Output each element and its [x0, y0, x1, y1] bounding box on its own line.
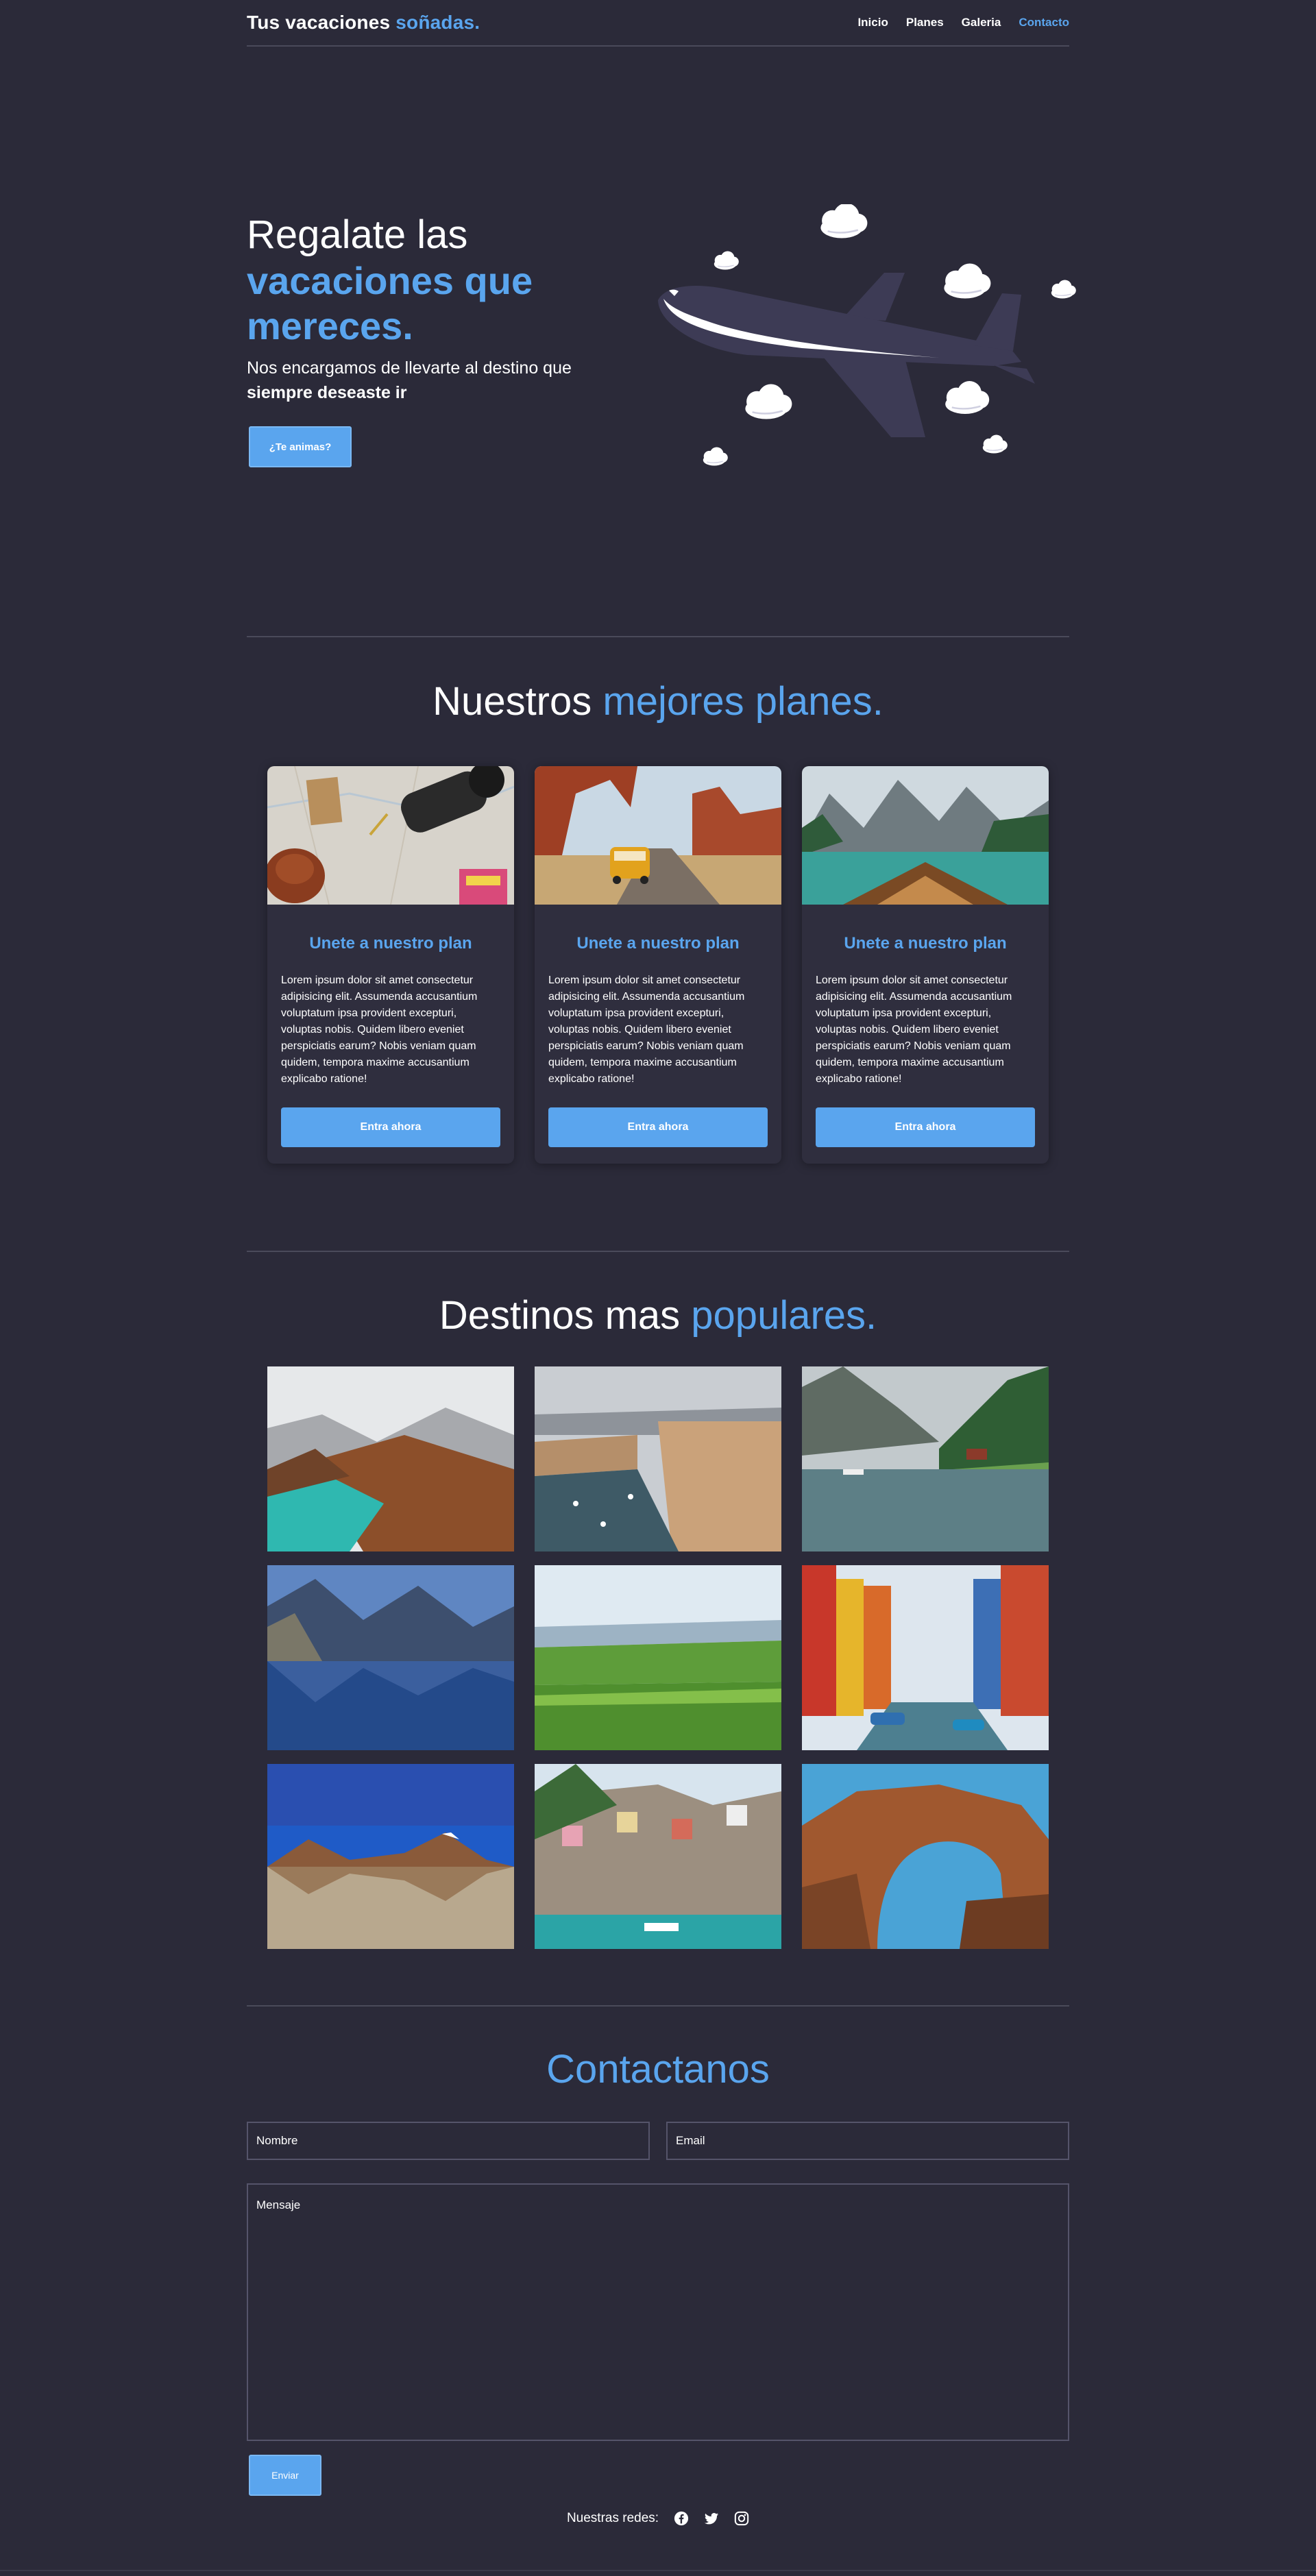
- gallery-image-cliff-village[interactable]: [535, 1764, 781, 1949]
- main-nav: Inicio Planes Galeria Contacto: [857, 16, 1069, 29]
- gallery-image-mountain-reflection[interactable]: [267, 1565, 514, 1750]
- hero-section: Regalate las vacaciones que mereces. Nos…: [247, 204, 1077, 500]
- plan-image-canyon-road: [535, 766, 781, 905]
- plans-title-main: Nuestros: [432, 679, 603, 724]
- name-field[interactable]: [247, 2122, 650, 2160]
- hero-title-line2: vacaciones que: [247, 258, 533, 302]
- email-field[interactable]: [666, 2122, 1069, 2160]
- plan-title: Unete a nuestro plan: [576, 934, 740, 953]
- divider: [247, 2005, 1069, 2007]
- cloud-icon: [944, 380, 990, 415]
- cloud-icon: [714, 250, 740, 271]
- gallery-image-green-fields[interactable]: [535, 1565, 781, 1750]
- hero-subtitle-text: Nos encargamos de llevarte al destino qu…: [247, 358, 572, 378]
- hero-title-line1: Regalate las: [247, 212, 468, 257]
- plan-description: Lorem ipsum dolor sit amet consectetur a…: [548, 974, 745, 1085]
- destinations-title-accent: populares.: [691, 1293, 877, 1338]
- brand-accent-text: soñadas.: [395, 12, 480, 33]
- footer: Nuestras redes:: [247, 2511, 1069, 2526]
- hero-text: Regalate las vacaciones que mereces. Nos…: [247, 212, 631, 405]
- social-icons: [674, 2511, 749, 2526]
- hero-subtitle: Nos encargamos de llevarte al destino qu…: [247, 356, 631, 405]
- gallery-image-rock-arch[interactable]: [802, 1764, 1049, 1949]
- brand-main-text: Tus vacaciones: [247, 12, 396, 33]
- message-field[interactable]: [247, 2183, 1069, 2441]
- send-button[interactable]: Enviar: [249, 2455, 321, 2496]
- nav-link-galeria[interactable]: Galeria: [962, 16, 1001, 29]
- gallery-image-colorful-canal[interactable]: [802, 1565, 1049, 1750]
- cloud-icon: [943, 262, 992, 299]
- plan-join-button[interactable]: Entra ahora: [816, 1107, 1035, 1147]
- plan-card: Unete a nuestro plan Lorem ipsum dolor s…: [535, 766, 781, 1164]
- destinations-title-main: Destinos mas: [439, 1293, 692, 1338]
- plan-image-lake-boat: [802, 766, 1049, 905]
- cloud-icon: [820, 204, 868, 239]
- cloud-icon: [744, 383, 793, 420]
- page-bottom-border: [0, 2570, 1316, 2571]
- hero-cta-button[interactable]: ¿Te animas?: [249, 426, 352, 467]
- twitter-icon[interactable]: [704, 2511, 719, 2526]
- plan-join-button[interactable]: Entra ahora: [548, 1107, 768, 1147]
- plan-title: Unete a nuestro plan: [844, 934, 1007, 953]
- gallery-image-glacier-lake[interactable]: [267, 1366, 514, 1551]
- site-header: Tus vacaciones soñadas. Inicio Planes Ga…: [247, 0, 1069, 47]
- plans-title: Nuestros mejores planes.: [247, 678, 1069, 724]
- instagram-icon[interactable]: [734, 2511, 749, 2526]
- contact-title: Contactanos: [546, 2047, 770, 2092]
- facebook-icon[interactable]: [674, 2511, 689, 2526]
- hero-subtitle-bold: siempre deseaste ir: [247, 382, 407, 402]
- cloud-icon: [703, 446, 729, 467]
- plan-image-map: [267, 766, 514, 905]
- plan-description: Lorem ipsum dolor sit amet consectetur a…: [816, 974, 1012, 1085]
- nav-link-contacto[interactable]: Contacto: [1019, 16, 1069, 29]
- plane-icon: [658, 273, 1035, 437]
- airplane-illustration: [658, 204, 1077, 467]
- social-label: Nuestras redes:: [566, 2511, 659, 2525]
- nav-link-planes[interactable]: Planes: [906, 16, 944, 29]
- plan-join-button[interactable]: Entra ahora: [281, 1107, 500, 1147]
- plan-title: Unete a nuestro plan: [309, 934, 472, 953]
- cloud-icon: [1051, 279, 1077, 299]
- hero-title-line3: mereces.: [247, 304, 413, 347]
- divider: [247, 636, 1069, 637]
- plan-card: Unete a nuestro plan Lorem ipsum dolor s…: [267, 766, 514, 1164]
- plan-card: Unete a nuestro plan Lorem ipsum dolor s…: [802, 766, 1049, 1164]
- plans-list: Unete a nuestro plan Lorem ipsum dolor s…: [267, 766, 1049, 1164]
- gallery-image-salt-flat[interactable]: [267, 1764, 514, 1949]
- gallery-image-fjord-village[interactable]: [802, 1366, 1049, 1551]
- nav-link-inicio[interactable]: Inicio: [857, 16, 888, 29]
- plans-title-accent: mejores planes.: [602, 679, 884, 724]
- destinations-gallery: [267, 1366, 1049, 1949]
- destinations-title: Destinos mas populares.: [247, 1292, 1069, 1338]
- gallery-image-harbor-town[interactable]: [535, 1366, 781, 1551]
- cloud-icon: [982, 434, 1008, 454]
- plan-description: Lorem ipsum dolor sit amet consectetur a…: [281, 974, 478, 1085]
- brand-logo[interactable]: Tus vacaciones soñadas.: [247, 12, 480, 34]
- divider: [247, 1251, 1069, 1252]
